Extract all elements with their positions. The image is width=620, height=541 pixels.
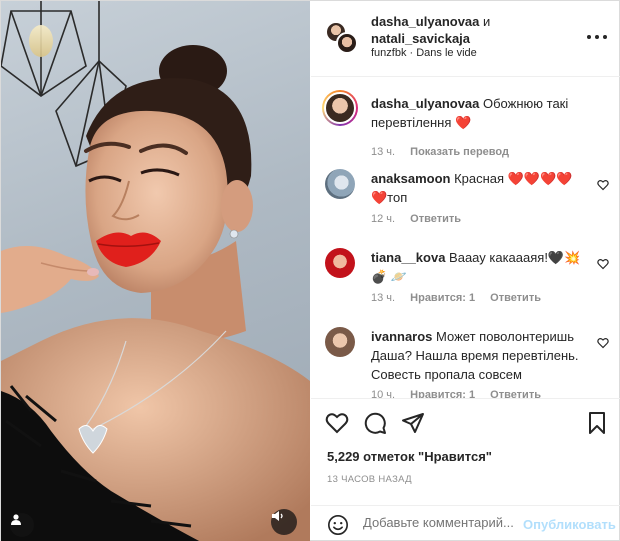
instagram-post: dasha_ulyanovaa и natali_savickaja funzf… <box>0 0 620 541</box>
heart-outline-icon[interactable] <box>597 179 609 191</box>
comment-likes-link[interactable]: Нравится: 1 <box>410 292 475 304</box>
more-options-button[interactable] <box>587 29 607 45</box>
translate-link[interactable]: Показать перевод <box>410 146 509 158</box>
bookmark-icon[interactable] <box>585 411 609 435</box>
collab-usernames: dasha_ulyanovaa и natali_savickaja <box>371 13 591 47</box>
comment-username[interactable]: ivannaros <box>371 329 432 344</box>
comment-time[interactable]: 12 ч. <box>371 213 395 225</box>
post-photo[interactable] <box>1 1 310 541</box>
comment-meta: 13 ч. Показать перевод <box>371 146 521 158</box>
comment-text: tiana__kova Вааау какаааяя!🖤💥💣 🪐 <box>371 248 586 286</box>
reply-link[interactable]: Ответить <box>490 389 541 398</box>
user-icon <box>11 514 21 525</box>
comment-text: dasha_ulyanovaa Обожнюю такі перевтіленн… <box>371 94 586 132</box>
comment-meta: 12 ч. Ответить <box>371 213 473 225</box>
speech-bubble-icon[interactable] <box>363 411 387 435</box>
likes-count[interactable]: 5,229 отметок "Нравится" <box>327 449 492 464</box>
comment-username[interactable]: dasha_ulyanovaa <box>371 96 479 111</box>
comment-likes-link[interactable]: Нравится: 1 <box>410 389 475 398</box>
reply-link[interactable]: Ответить <box>490 292 541 304</box>
avatar[interactable] <box>322 90 358 126</box>
post-subtitle[interactable]: funzfbk · Dans le vide <box>371 47 477 59</box>
ellipsis-dot <box>595 35 599 39</box>
ellipsis-icon <box>587 35 591 39</box>
username-link[interactable]: natali_savickaja <box>371 31 470 46</box>
comment-username[interactable]: tiana__kova <box>371 250 445 265</box>
comment-text: anaksamoon Красная ❤️❤️❤️❤️ ❤️топ <box>371 169 586 207</box>
avatar[interactable] <box>325 248 355 278</box>
smiley-icon[interactable] <box>327 514 349 536</box>
add-comment-bar: Опубликовать <box>311 505 620 541</box>
avatar <box>336 32 358 54</box>
username-link[interactable]: dasha_ulyanovaa <box>371 14 479 29</box>
comment-input[interactable] <box>363 515 521 530</box>
post-actions: 5,229 отметок "Нравится" 13 ЧАСОВ НАЗАД <box>311 398 620 498</box>
reply-link[interactable]: Ответить <box>410 213 461 225</box>
paper-plane-icon[interactable] <box>401 411 425 435</box>
comment-time[interactable]: 10 ч. <box>371 389 395 398</box>
collab-avatars[interactable] <box>325 21 359 55</box>
comment-text: ivannaros Может поволонтеришь Даша? Нашл… <box>371 327 586 384</box>
ellipsis-dot <box>603 35 607 39</box>
joiner-text: и <box>479 14 491 29</box>
post-header: dasha_ulyanovaa и natali_savickaja funzf… <box>311 1 620 77</box>
speaker-muted-icon <box>272 511 283 521</box>
comment-time[interactable]: 13 ч. <box>371 146 395 158</box>
post-timestamp[interactable]: 13 ЧАСОВ НАЗАД <box>327 474 412 485</box>
comment-meta: 13 ч. Нравится: 1 Ответить <box>371 292 553 304</box>
avatar[interactable] <box>325 327 355 357</box>
comments-list[interactable]: dasha_ulyanovaa Обожнюю такі перевтіленн… <box>311 78 620 398</box>
post-side-panel: dasha_ulyanovaa и natali_savickaja funzf… <box>311 1 620 541</box>
heart-outline-icon[interactable] <box>597 258 609 270</box>
avatar[interactable] <box>325 169 355 199</box>
publish-button[interactable]: Опубликовать <box>523 517 616 532</box>
heart-outline-icon[interactable] <box>325 411 349 435</box>
comment-time[interactable]: 13 ч. <box>371 292 395 304</box>
portrait-illustration <box>1 1 310 541</box>
tagged-user-button[interactable] <box>10 513 34 537</box>
comment-meta: 10 ч. Нравится: 1 Ответить <box>371 389 553 398</box>
sound-toggle-button[interactable] <box>271 509 297 535</box>
heart-outline-icon[interactable] <box>597 337 609 349</box>
comment-username[interactable]: anaksamoon <box>371 171 450 186</box>
